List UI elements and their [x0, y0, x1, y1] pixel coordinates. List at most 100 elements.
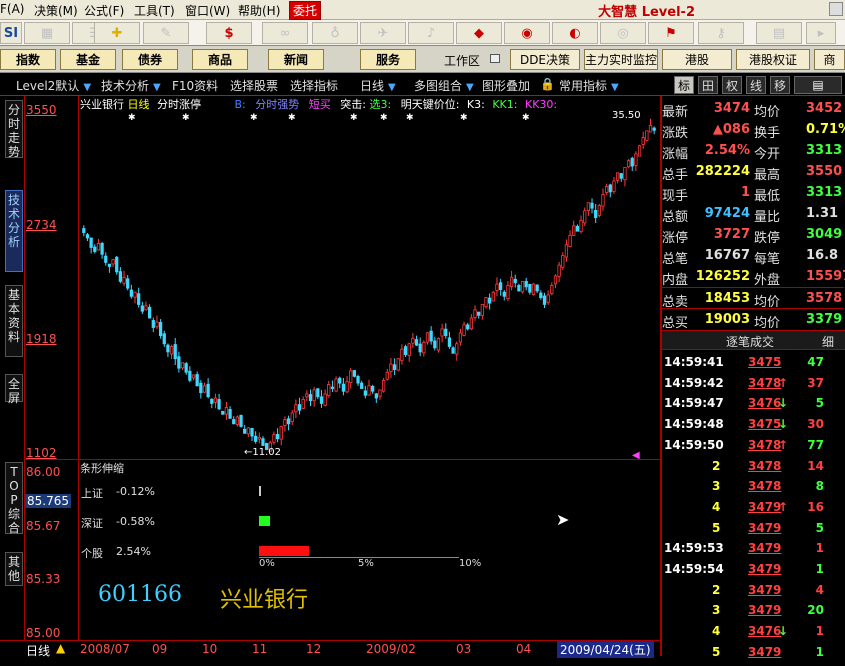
ticks-header: 逐笔成交 细 [662, 330, 845, 350]
bar-stock [259, 546, 309, 556]
candle-body [180, 362, 185, 369]
candle-body [564, 244, 569, 258]
side-tab[interactable]: TOP综合 [5, 462, 23, 535]
view-toggle[interactable]: 移 [770, 76, 790, 94]
candle-body [528, 284, 532, 293]
quote-label: 涨停 [662, 231, 689, 246]
menu-item[interactable]: 决策(M) [34, 2, 78, 19]
candle-body [488, 297, 492, 304]
tick-row: 14:59:53 3479 1 [662, 538, 844, 559]
menu-item[interactable]: 公式(F) [84, 2, 124, 19]
sub-item[interactable]: 常用指标 ▼ [559, 77, 619, 94]
view-toggle[interactable]: 权 [722, 76, 742, 94]
nav-right-button[interactable]: 商 [814, 49, 845, 70]
tick-time: 14:59:48 [664, 417, 724, 432]
key-icon[interactable]: ⚷ [698, 22, 744, 44]
sub-item[interactable]: Level2默认 ▼ [16, 77, 91, 94]
side-tab[interactable]: 基本资料 [5, 285, 23, 357]
candle-body [502, 291, 506, 297]
nav-right-button[interactable]: 主力实时监控 [584, 49, 658, 70]
bell-icon[interactable]: ♪ [408, 22, 454, 44]
side-tab[interactable]: 全屏 [5, 374, 23, 405]
menu-item[interactable]: F(A) [0, 2, 24, 16]
period-up-icon[interactable]: ▲ [56, 641, 65, 655]
nav-button[interactable]: 服务 [360, 49, 416, 70]
sub-item[interactable]: 多图组合 ▼ [414, 77, 474, 94]
quote-value: ▲086 [712, 122, 750, 137]
view-toggle[interactable]: 田 [698, 76, 718, 94]
stock-code: 601166 [98, 582, 182, 607]
candlestick-chart[interactable]: ✱ ✱ ✱ ✱ ✱ ✱ ✱ ✱ ✱ [80, 112, 660, 458]
side-tab[interactable]: 技术分析 [5, 190, 23, 272]
tick-time: 2 [712, 458, 721, 473]
camera-icon[interactable]: ◎ [600, 22, 646, 44]
cross-icon[interactable]: ✚ [94, 22, 140, 44]
candle-body [140, 305, 144, 312]
nav-button[interactable]: 新闻 [268, 49, 324, 70]
menu-item[interactable]: 帮助(H) [238, 2, 280, 19]
mail-icon[interactable] [490, 54, 500, 63]
view-toggle[interactable]: 标 [674, 76, 694, 94]
doc-icon[interactable]: ▤ [756, 22, 802, 44]
dropdown-icon[interactable]: ▼ [466, 82, 474, 93]
flag-icon[interactable]: ⚑ [648, 22, 694, 44]
nav-button[interactable]: 基金 [60, 49, 116, 70]
nav-right-button[interactable]: DDE决策 [510, 49, 580, 70]
extra-toggle-icon[interactable]: ▤ [794, 76, 842, 94]
view-toggle[interactable]: 线 [746, 76, 766, 94]
quote-label-2: 每笔 [754, 252, 781, 267]
quote-label-2: 最高 [754, 168, 781, 183]
tick-row: 5 3479 5 [662, 518, 844, 539]
menu-trade[interactable]: 委托 [289, 1, 322, 20]
ticks-scroll-area[interactable] [824, 352, 844, 656]
ruler-icon[interactable]: ✎ [143, 22, 189, 44]
menu-item[interactable]: 窗口(W) [185, 2, 230, 19]
nav-button[interactable]: 指数 [0, 49, 56, 70]
binoculars-icon[interactable]: ♁ [312, 22, 358, 44]
dropdown-icon[interactable]: ▼ [388, 82, 396, 93]
sub-item[interactable]: 选择股票 [230, 77, 278, 94]
candle-body [272, 434, 276, 443]
side-tab[interactable]: 分时走势 [5, 100, 23, 159]
menu-item[interactable]: 工具(T) [134, 2, 175, 19]
chain-icon[interactable]: ∞ [262, 22, 308, 44]
tick-time: 3 [712, 479, 721, 494]
globe-icon[interactable]: ◉ [504, 22, 550, 44]
side-tab[interactable]: 其他 [5, 552, 23, 586]
tick-volume: 1 [815, 562, 824, 576]
minimize-icon[interactable] [829, 2, 843, 16]
sub-item[interactable]: 图形叠加 [482, 77, 530, 94]
candle-body [612, 180, 616, 192]
candle-body [429, 330, 433, 342]
period-box[interactable]: 日线 ▲ [0, 640, 80, 660]
quote-label: 总笔 [662, 252, 689, 267]
sub-item[interactable]: F10资料 [172, 77, 218, 94]
more-icon[interactable]: ▸ [806, 22, 836, 44]
dropdown-icon[interactable]: ▼ [83, 82, 91, 93]
nav-button[interactable]: 商品 [192, 49, 248, 70]
nav-right-button[interactable]: 港股权证 [736, 49, 810, 70]
dollar-icon[interactable]: $ [206, 22, 252, 44]
candle-body [184, 363, 188, 373]
sub-axis-4: 85.00 [26, 626, 61, 640]
sub-item-label: 常用指标 [559, 79, 608, 93]
si-button[interactable]: SI [0, 22, 22, 44]
sub-item[interactable]: 选择指标 [290, 77, 338, 94]
candle-body [290, 412, 294, 423]
lock-icon[interactable]: 🔒 [540, 77, 555, 91]
dropdown-icon[interactable]: ▼ [611, 82, 619, 93]
rocket-icon[interactable]: ◐ [552, 22, 598, 44]
ticks-detail-tab[interactable]: 细 [822, 333, 834, 350]
tick-volume: 1 [815, 624, 824, 639]
signal-star-icon: ✱ [250, 113, 258, 123]
nav-button[interactable]: 债券 [122, 49, 178, 70]
grid-icon[interactable]: ▦ [24, 22, 70, 44]
stock-name: 兴业银行 [220, 588, 309, 613]
nav-right-button[interactable]: 港股 [662, 49, 732, 70]
chart-icon[interactable]: ◆ [456, 22, 502, 44]
dropdown-icon[interactable]: ▼ [153, 82, 161, 93]
candle-body [115, 256, 119, 273]
pin-icon[interactable]: ✈ [360, 22, 406, 44]
sub-item[interactable]: 技术分析 ▼ [101, 77, 161, 94]
sub-item[interactable]: 日线 ▼ [360, 77, 396, 94]
